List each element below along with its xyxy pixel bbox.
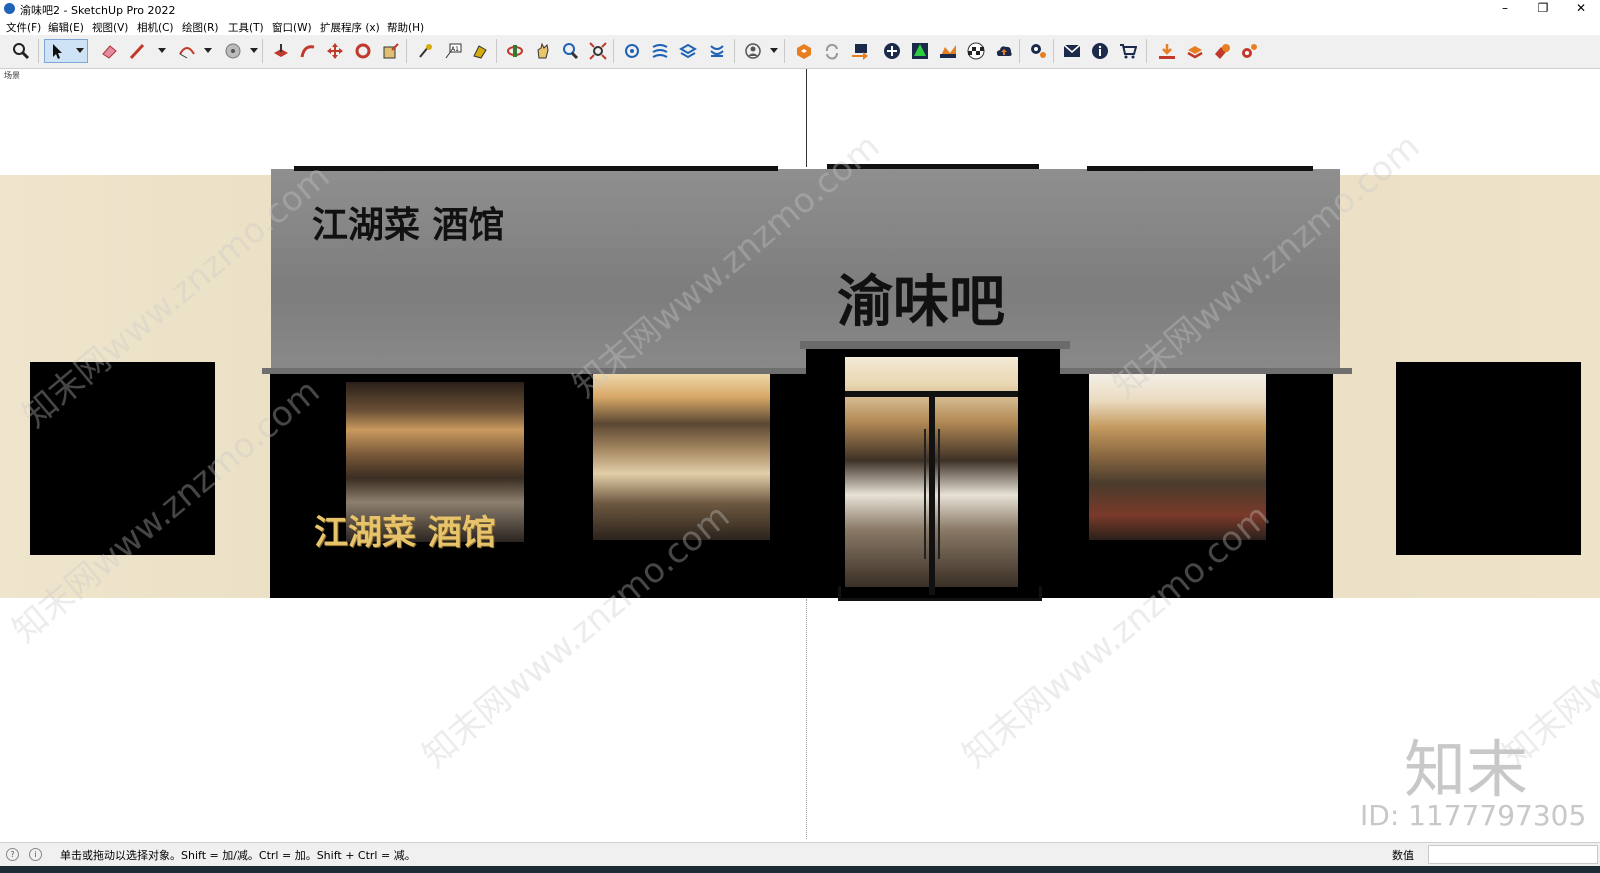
- tape-measure-icon[interactable]: [414, 40, 436, 62]
- menu-extensions[interactable]: 扩展程序 (x): [320, 20, 380, 35]
- title-bar: 渝味吧2 - SketchUp Pro 2022 – ❐ ✕: [0, 0, 1600, 18]
- door-canopy: [800, 341, 1070, 349]
- arc-icon[interactable]: [176, 40, 198, 62]
- move-icon[interactable]: [324, 40, 346, 62]
- right-side-window: [1396, 362, 1581, 555]
- scene-tab[interactable]: 场景: [4, 70, 20, 81]
- follow-me-icon[interactable]: [297, 40, 319, 62]
- eraser-icon[interactable]: [98, 40, 120, 62]
- restore-button[interactable]: ❐: [1523, 0, 1563, 18]
- menu-draw[interactable]: 绘图(R): [182, 20, 219, 35]
- credits-icon[interactable]: i: [29, 848, 42, 861]
- checker-icon[interactable]: [965, 40, 987, 62]
- select-icon[interactable]: [44, 39, 88, 63]
- svg-text:A1: A1: [451, 46, 459, 53]
- layers-plus-icon[interactable]: [1184, 40, 1206, 62]
- sign-main: 渝味吧: [837, 269, 1005, 335]
- menu-tools[interactable]: 工具(T): [228, 20, 264, 35]
- minimize-button[interactable]: –: [1485, 0, 1525, 18]
- watermark-brand: 知末: [1404, 733, 1529, 806]
- zoom-window-icon[interactable]: [559, 40, 581, 62]
- menu-window[interactable]: 窗口(W): [272, 20, 312, 35]
- roof-cap-right: [1087, 166, 1313, 171]
- green-axis: [806, 69, 807, 167]
- pencil-icon[interactable]: [126, 40, 148, 62]
- watermark-id: ID: 1177797305: [1360, 799, 1587, 832]
- paint-icon[interactable]: [469, 40, 491, 62]
- info-icon[interactable]: [1089, 40, 1111, 62]
- cart-icon[interactable]: [1117, 40, 1139, 62]
- gear-icon[interactable]: [1238, 40, 1260, 62]
- sign-left-top: 江湖菜 酒馆: [312, 204, 505, 246]
- add-icon[interactable]: [881, 40, 903, 62]
- rotate-icon[interactable]: [352, 40, 374, 62]
- geolocation-icon[interactable]: ?: [6, 848, 19, 861]
- zoom-icon[interactable]: [10, 40, 32, 62]
- door-center-mullion: [929, 397, 935, 595]
- settings-icon[interactable]: [1027, 40, 1049, 62]
- menu-camera[interactable]: 相机(C): [137, 20, 174, 35]
- measurements-input[interactable]: [1428, 845, 1598, 864]
- cloud-upload-icon[interactable]: [993, 40, 1015, 62]
- components-icon[interactable]: [621, 40, 643, 62]
- orbit-icon[interactable]: [504, 40, 526, 62]
- pan-icon[interactable]: [532, 40, 554, 62]
- door-handle-left: [924, 429, 926, 559]
- door-threshold: [838, 586, 1042, 601]
- green-axis-dotted: [806, 599, 807, 839]
- paint-bucket-icon[interactable]: [222, 40, 244, 62]
- measurements-label: 数值: [1392, 849, 1414, 862]
- styles-icon[interactable]: [649, 40, 671, 62]
- taskbar: [0, 866, 1600, 873]
- window-title: 渝味吧2 - SketchUp Pro 2022: [20, 4, 176, 17]
- push-pull-icon[interactable]: [270, 40, 292, 62]
- scenes-icon[interactable]: [706, 40, 728, 62]
- toolbar: A1: [0, 35, 1600, 69]
- door-handle-right: [938, 429, 940, 559]
- import-icon[interactable]: [849, 40, 871, 62]
- sign-window: 江湖菜 酒馆: [314, 513, 496, 553]
- layers-icon[interactable]: [677, 40, 699, 62]
- refresh-icon[interactable]: [821, 40, 843, 62]
- extension-warehouse-icon[interactable]: [793, 40, 815, 62]
- roof-cap-left: [294, 166, 778, 171]
- scale-icon[interactable]: [380, 40, 402, 62]
- menu-file[interactable]: 文件(F): [6, 20, 41, 35]
- download-icon[interactable]: [1156, 40, 1178, 62]
- dynamic-components-icon[interactable]: [1211, 40, 1233, 62]
- model-viewport[interactable]: 场景 江湖菜 酒馆 渝味吧 江湖菜 酒馆 知末网www.znzmo.com 知末…: [0, 69, 1600, 842]
- menu-edit[interactable]: 编辑(E): [48, 20, 84, 35]
- status-hint: 单击或拖动以选择对象。Shift = 加/减。Ctrl = 加。Shift + …: [60, 849, 416, 862]
- sketchup-app-icon: [4, 3, 15, 14]
- menu-help[interactable]: 帮助(H): [387, 20, 424, 35]
- close-button[interactable]: ✕: [1561, 0, 1600, 18]
- terrain-icon[interactable]: [937, 40, 959, 62]
- tree-icon[interactable]: [909, 40, 931, 62]
- zoom-extents-icon[interactable]: [587, 40, 609, 62]
- user-icon[interactable]: [742, 40, 764, 62]
- mail-icon[interactable]: [1061, 40, 1083, 62]
- menu-view[interactable]: 视图(V): [92, 20, 128, 35]
- text-icon[interactable]: A1: [442, 40, 464, 62]
- status-bar: ? i 单击或拖动以选择对象。Shift = 加/减。Ctrl = 加。Shif…: [0, 842, 1600, 866]
- menu-bar: 文件(F) 编辑(E) 视图(V) 相机(C) 绘图(R) 工具(T) 窗口(W…: [0, 18, 1600, 35]
